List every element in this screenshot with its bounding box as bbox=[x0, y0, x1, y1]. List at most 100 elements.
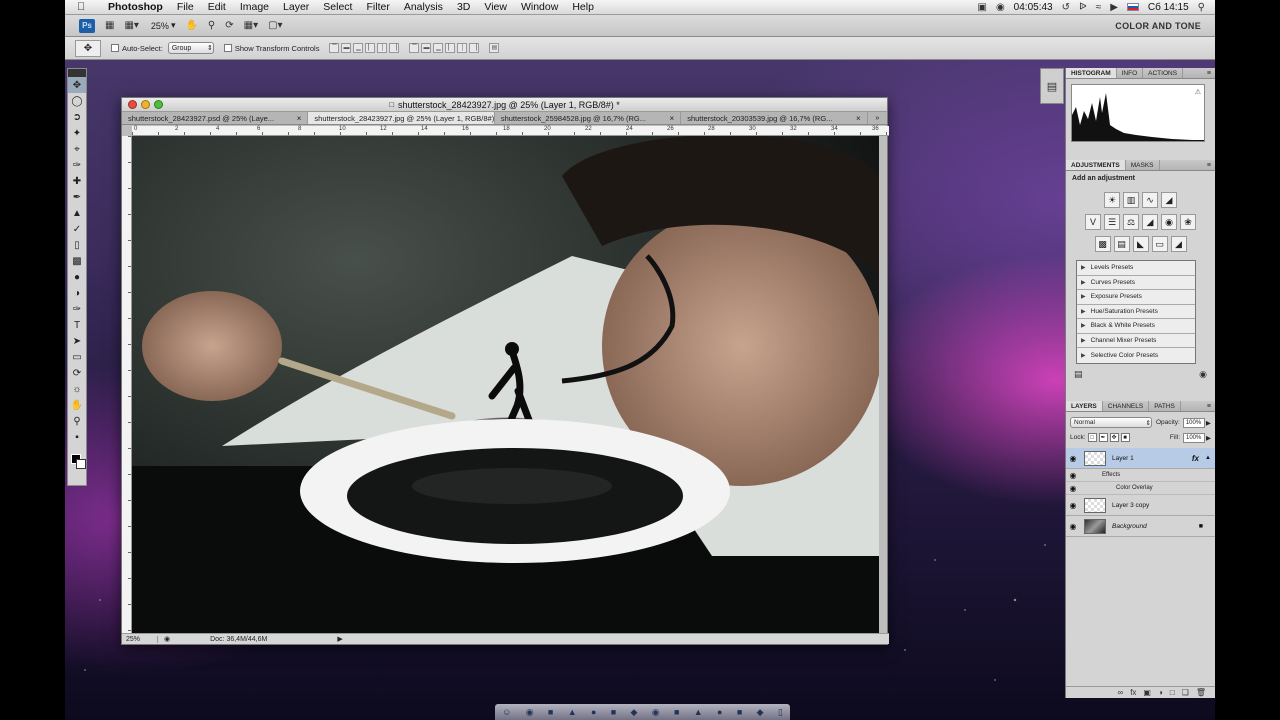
document-tab-2[interactable]: shutterstock_28423927.jpg @ 25% (Layer 1… bbox=[308, 112, 495, 124]
layer-effect-color-overlay[interactable]: ◉ Color Overlay bbox=[1066, 482, 1215, 495]
time-machine-icon[interactable]: ↺ bbox=[1062, 2, 1070, 13]
status-preview-icon[interactable]: ◉ bbox=[164, 635, 170, 643]
menu-image[interactable]: Image bbox=[233, 1, 276, 13]
panel-menu-icon[interactable]: ≡ bbox=[1203, 160, 1215, 170]
align-bottom-icon[interactable]: ▁ bbox=[353, 43, 364, 53]
curves-icon[interactable]: ∿ bbox=[1142, 192, 1158, 208]
align-vcenter-icon[interactable]: ▬ bbox=[341, 43, 352, 53]
dock-app-icon[interactable]: ◆ bbox=[631, 707, 638, 718]
bluetooth-icon[interactable]: ᐉ bbox=[1079, 2, 1087, 13]
zoom-window-button[interactable] bbox=[154, 100, 163, 109]
type-tool-icon[interactable]: T bbox=[68, 317, 86, 333]
dodge-tool-icon[interactable]: ◑ bbox=[68, 285, 86, 301]
history-brush-tool-icon[interactable]: ✓ bbox=[68, 221, 86, 237]
history-panel-icon[interactable]: ▤ bbox=[1047, 80, 1057, 93]
align-right-icon[interactable]: ▕ bbox=[389, 43, 400, 53]
crop-tool-icon[interactable]: ⌖ bbox=[68, 141, 86, 157]
rotate-view-icon[interactable]: ⟳ bbox=[225, 20, 233, 31]
move-tool-icon[interactable]: ✥ bbox=[68, 77, 86, 93]
blend-mode-select[interactable]: Normal ⇕ bbox=[1070, 417, 1152, 428]
preset-hue-saturation[interactable]: ▶ Hue/Saturation Presets bbox=[1077, 305, 1195, 319]
preset-levels[interactable]: ▶ Levels Presets bbox=[1077, 261, 1195, 276]
menubar-clock[interactable]: Сб 14:15 bbox=[1148, 2, 1189, 13]
arrange-documents-icon[interactable]: ▦▾ bbox=[244, 20, 258, 31]
minimize-window-button[interactable] bbox=[141, 100, 150, 109]
menu-help[interactable]: Help bbox=[565, 1, 601, 13]
tab-paths[interactable]: PATHS bbox=[1149, 401, 1181, 411]
document-title-bar[interactable]: □ shutterstock_28423927.jpg @ 25% (Layer… bbox=[122, 98, 887, 112]
align-left-icon[interactable]: ▏ bbox=[365, 43, 376, 53]
move-tool-preset-icon[interactable]: ✥ bbox=[75, 39, 101, 57]
close-icon[interactable]: × bbox=[670, 114, 675, 123]
brush-tool-icon[interactable]: ✒ bbox=[68, 189, 86, 205]
new-group-icon[interactable]: □ bbox=[1170, 688, 1175, 697]
layer-row-layer-1[interactable]: ◉ Layer 1 fx ▲ bbox=[1066, 448, 1215, 469]
delete-layer-icon[interactable]: 🗑 bbox=[1196, 688, 1206, 697]
eyedropper-tool-icon[interactable]: ✑ bbox=[68, 157, 86, 173]
distribute-bottom-icon[interactable]: ▁ bbox=[433, 43, 444, 53]
dock-app-icon[interactable]: ◉ bbox=[652, 707, 660, 718]
layer-row-layer-3-copy[interactable]: ◉ Layer 3 copy bbox=[1066, 495, 1215, 516]
close-window-button[interactable] bbox=[128, 100, 137, 109]
launch-bridge-icon[interactable]: ▦ bbox=[105, 20, 114, 31]
exposure-icon[interactable]: ◢ bbox=[1161, 192, 1177, 208]
visibility-eye-icon[interactable]: ◉ bbox=[1066, 522, 1080, 531]
distribute-right-icon[interactable]: ▕ bbox=[469, 43, 480, 53]
tab-actions[interactable]: ACTIONS bbox=[1143, 68, 1184, 78]
status-zoom-field[interactable]: 25% bbox=[122, 635, 158, 643]
volume-icon[interactable]: ▶ bbox=[1110, 2, 1118, 13]
layer-row-background[interactable]: ◉ Background ■ bbox=[1066, 516, 1215, 537]
tab-histogram[interactable]: HISTOGRAM bbox=[1066, 68, 1117, 78]
pen-tool-icon[interactable]: ✑ bbox=[68, 301, 86, 317]
align-hcenter-icon[interactable]: │ bbox=[377, 43, 388, 53]
workspace-switcher[interactable]: COLOR AND TONE bbox=[1115, 21, 1201, 31]
cache-warning-icon[interactable]: ⚠ bbox=[1195, 88, 1201, 96]
background-color-swatch[interactable] bbox=[76, 459, 86, 469]
lasso-tool-icon[interactable]: ➲ bbox=[68, 109, 86, 125]
close-icon[interactable]: × bbox=[856, 114, 861, 123]
screen-record-icon[interactable]: ▣ bbox=[977, 2, 986, 13]
document-tab-3[interactable]: shutterstock_25984528.jpg @ 16,7% (RG...… bbox=[495, 112, 682, 124]
screen-mode-icon[interactable]: ▢▾ bbox=[268, 20, 282, 31]
menu-app[interactable]: Photoshop bbox=[101, 1, 170, 13]
input-language-flag-icon[interactable] bbox=[1126, 3, 1139, 11]
gradient-map-icon[interactable]: ▭ bbox=[1151, 236, 1168, 252]
dock-app-icon[interactable]: ■ bbox=[548, 707, 553, 717]
dock-app-icon[interactable]: ■ bbox=[737, 707, 742, 717]
opacity-slider-icon[interactable]: ▶ bbox=[1206, 419, 1211, 427]
dock-app-icon[interactable]: ■ bbox=[674, 707, 679, 717]
levels-icon[interactable]: ▥ bbox=[1123, 192, 1139, 208]
fill-input[interactable]: 100% bbox=[1183, 432, 1205, 443]
add-mask-icon[interactable]: ▣ bbox=[1143, 688, 1151, 697]
auto-select-dropdown[interactable]: Group ⇕ bbox=[167, 42, 214, 54]
dock-app-icon[interactable]: ◆ bbox=[757, 707, 764, 718]
auto-align-icon[interactable]: ▤ bbox=[489, 43, 500, 53]
hand-tool-icon[interactable]: ✋ bbox=[68, 397, 86, 413]
menu-select[interactable]: Select bbox=[316, 1, 359, 13]
threshold-icon[interactable]: ◣ bbox=[1132, 236, 1149, 252]
dock-app-icon[interactable]: ◉ bbox=[526, 707, 534, 718]
visibility-eye-icon[interactable]: ◉ bbox=[1066, 454, 1080, 463]
vibrance-icon[interactable]: V bbox=[1085, 214, 1101, 230]
clone-stamp-tool-icon[interactable]: ▲ bbox=[68, 205, 86, 221]
lock-position-icon[interactable]: ✥ bbox=[1109, 433, 1119, 442]
3d-orbit-tool-icon[interactable]: ☼ bbox=[68, 381, 86, 397]
preset-black-white[interactable]: ▶ Black & White Presets bbox=[1077, 319, 1195, 334]
record-icon[interactable]: ◉ bbox=[996, 2, 1005, 13]
wifi-icon[interactable]: ≈ bbox=[1096, 2, 1102, 13]
lock-transparent-icon[interactable]: □ bbox=[1087, 433, 1097, 442]
hand-tool-icon[interactable]: ✋ bbox=[185, 20, 197, 31]
layer-effects-icon[interactable]: fx bbox=[1192, 454, 1199, 463]
layer-effects-row[interactable]: ◉ Effects bbox=[1066, 469, 1215, 482]
menu-window[interactable]: Window bbox=[514, 1, 565, 13]
zoom-tool-icon[interactable]: ⚲ bbox=[208, 20, 215, 31]
marquee-tool-icon[interactable]: ◯ bbox=[68, 93, 86, 109]
panel-menu-icon[interactable]: ≡ bbox=[1203, 401, 1215, 411]
menu-view[interactable]: View bbox=[477, 1, 514, 13]
quick-selection-tool-icon[interactable]: ✦ bbox=[68, 125, 86, 141]
preset-selective-color[interactable]: ▶ Selective Color Presets bbox=[1077, 348, 1195, 363]
invert-icon[interactable]: ▩ bbox=[1094, 236, 1111, 252]
document-tab-1[interactable]: shutterstock_28423927.psd @ 25% (Laye...… bbox=[122, 112, 309, 124]
visibility-eye-icon[interactable]: ◉ bbox=[1066, 501, 1080, 510]
path-selection-tool-icon[interactable]: ➤ bbox=[68, 333, 86, 349]
